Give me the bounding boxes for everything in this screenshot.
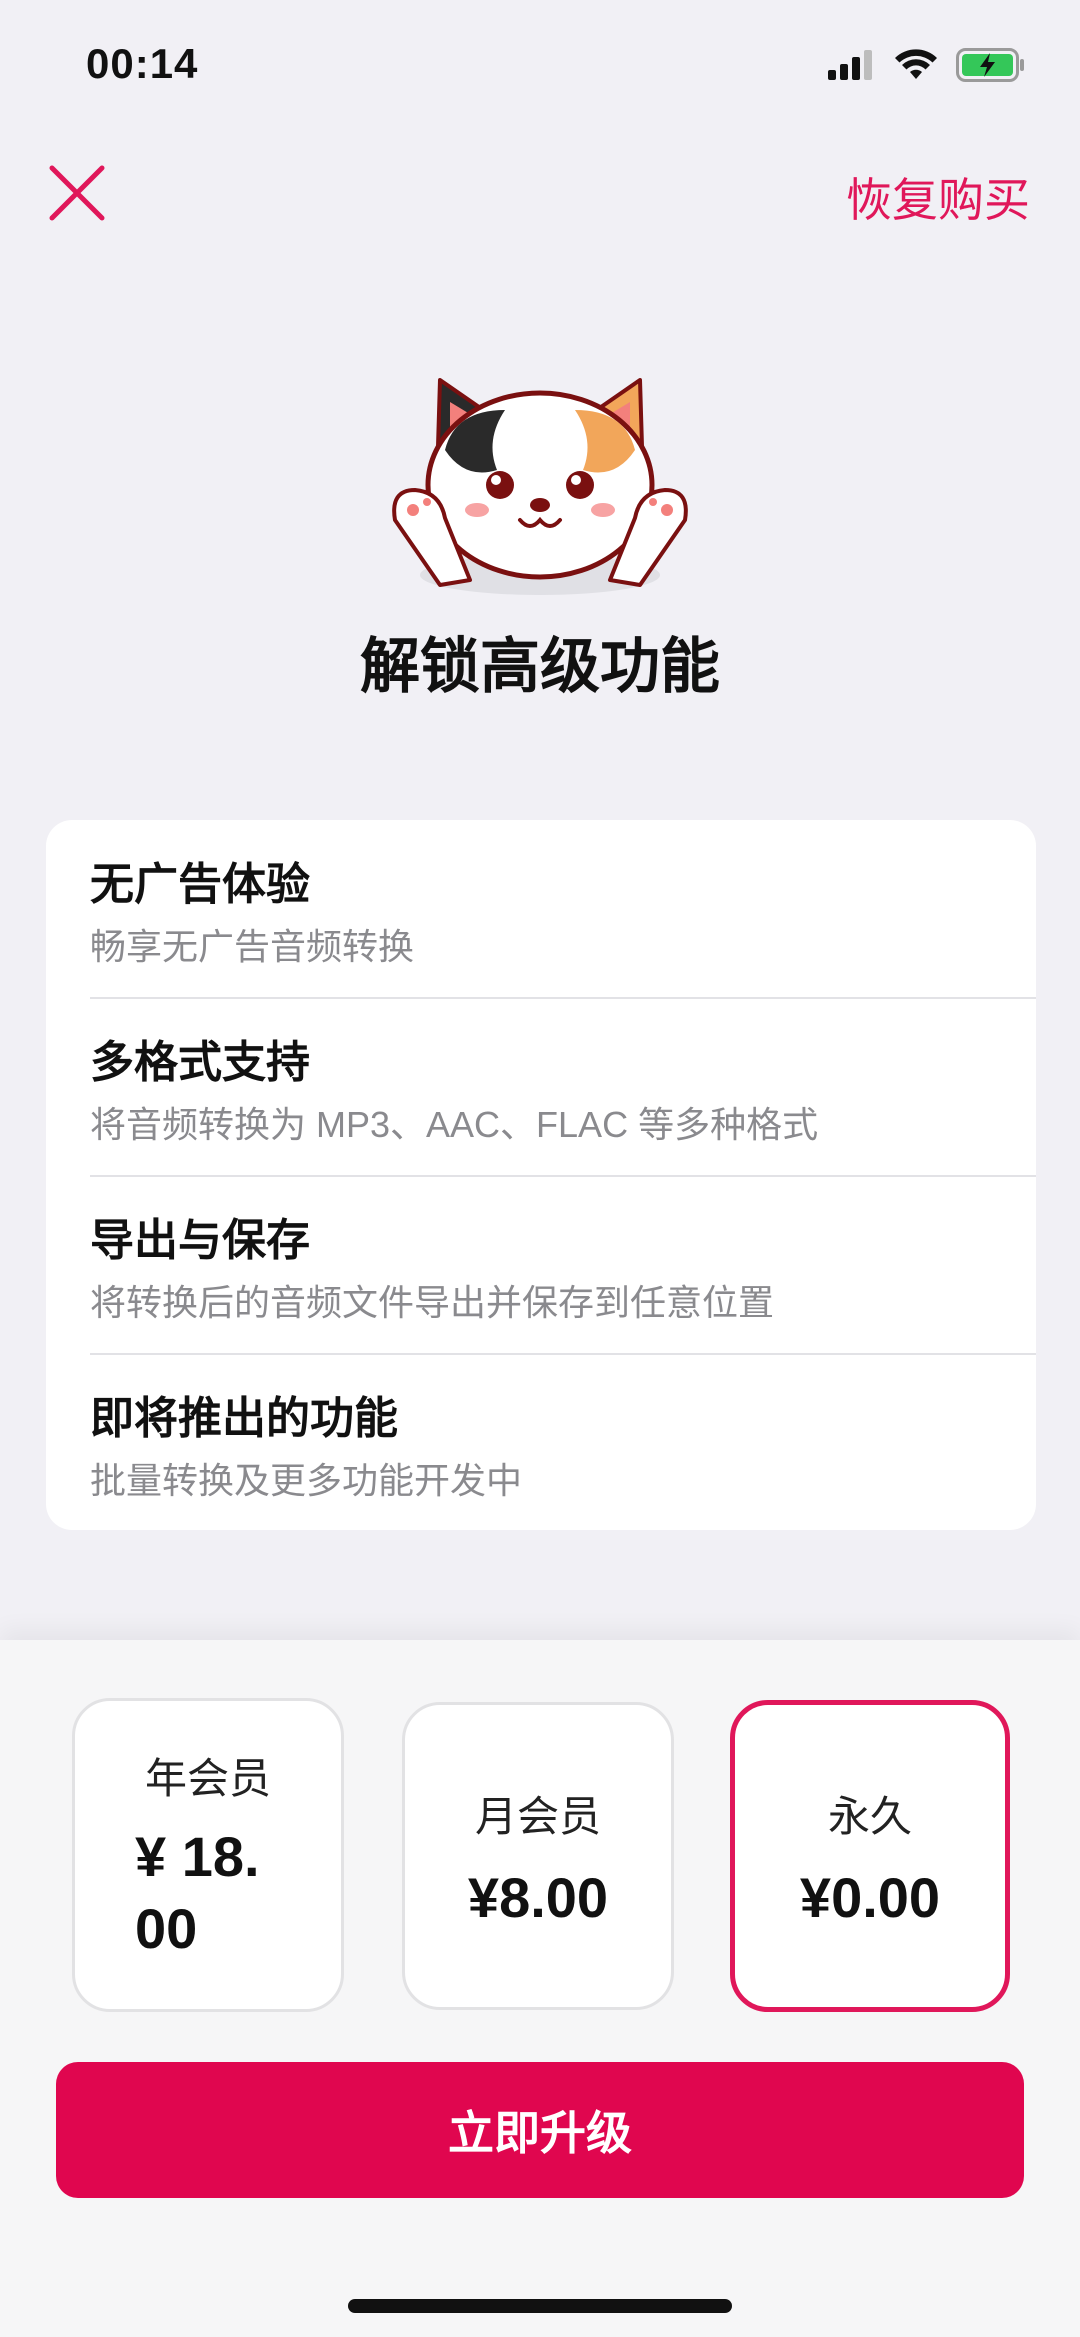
feature-subtitle: 将转换后的音频文件导出并保存到任意位置 xyxy=(90,1282,775,1323)
feature-title: 导出与保存 xyxy=(90,1216,310,1265)
feature-item-formats: 多格式支持 将音频转换为 MP3、AAC、FLAC 等多种格式 xyxy=(90,998,1036,1176)
purchase-sheet: 年会员 ¥ 18.00 月会员 ¥8.00 永久 ¥0.00 立即升级 xyxy=(0,1640,1080,2337)
plan-price: ¥8.00 xyxy=(467,1866,609,1929)
feature-title: 多格式支持 xyxy=(90,1038,310,1087)
wifi-icon xyxy=(895,49,937,79)
feature-subtitle: 将音频转换为 MP3、AAC、FLAC 等多种格式 xyxy=(90,1104,819,1145)
plan-name: 永久 xyxy=(827,1793,912,1840)
feature-item-export: 导出与保存 将转换后的音频文件导出并保存到任意位置 xyxy=(90,1176,1036,1354)
plan-monthly[interactable]: 月会员 ¥8.00 xyxy=(402,1702,674,2010)
paywall-screen: 00:14 恢复购买 解锁高级功能 无广告体验 畅享无广告音频转换 多格式支持 … xyxy=(0,0,1080,2337)
cellular-signal-icon xyxy=(828,50,872,80)
upgrade-button[interactable]: 立即升级 xyxy=(56,2062,1024,2198)
cat-mascot-icon xyxy=(392,378,688,595)
close-button[interactable] xyxy=(44,160,110,226)
close-icon xyxy=(49,165,105,221)
page-title: 解锁高级功能 xyxy=(360,633,720,700)
battery-charging-icon xyxy=(956,48,1024,82)
feature-title: 即将推出的功能 xyxy=(90,1394,398,1443)
feature-list: 无广告体验 畅享无广告音频转换 多格式支持 将音频转换为 MP3、AAC、FLA… xyxy=(46,820,1036,1530)
feature-item-no-ads: 无广告体验 畅享无广告音频转换 xyxy=(90,820,1036,998)
restore-purchase-button[interactable]: 恢复购买 xyxy=(846,164,1030,230)
plan-price: ¥0.00 xyxy=(799,1866,941,1929)
plan-name: 年会员 xyxy=(144,1755,271,1802)
feature-subtitle: 批量转换及更多功能开发中 xyxy=(90,1460,523,1501)
plan-annual[interactable]: 年会员 ¥ 18.00 xyxy=(72,1698,344,2012)
plan-price: ¥ 18.00 xyxy=(135,1825,260,1960)
plan-lifetime[interactable]: 永久 ¥0.00 xyxy=(730,1700,1010,2012)
feature-title: 无广告体验 xyxy=(90,860,310,909)
feature-subtitle: 畅享无广告音频转换 xyxy=(90,926,415,967)
plan-name: 月会员 xyxy=(474,1793,601,1840)
home-indicator xyxy=(348,2299,732,2313)
feature-item-upcoming: 即将推出的功能 批量转换及更多功能开发中 xyxy=(90,1354,1036,1530)
status-time: 00:14 xyxy=(86,40,199,87)
status-icons xyxy=(828,48,1026,82)
